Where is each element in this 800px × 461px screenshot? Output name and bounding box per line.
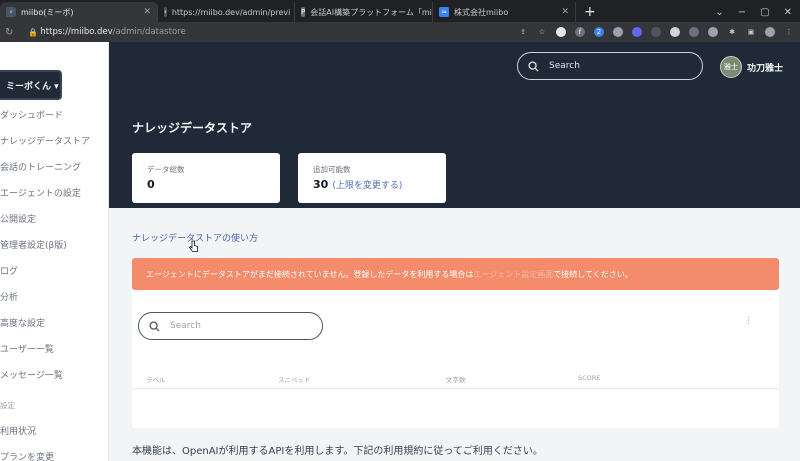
table-divider: [132, 388, 779, 389]
datastore-table: Search ⋮ ラベル スニペッド 文字数 SCORE: [132, 290, 779, 428]
table-search-placeholder: Search: [170, 321, 201, 331]
tab-search-icon[interactable]: ⌄: [715, 7, 723, 18]
data-count-value: 0: [147, 178, 155, 191]
sidebar-section-settings: 設定: [0, 401, 15, 410]
sidebar-item-plan[interactable]: プランを変更: [0, 450, 109, 461]
sidebar-item-users[interactable]: ユーザー一覧: [0, 342, 109, 355]
header-search-placeholder: Search: [549, 61, 580, 71]
sidepanel-icon[interactable]: ▣: [746, 27, 756, 37]
extension-3-icon[interactable]: 2: [594, 27, 604, 37]
sidebar-item-dashboard[interactable]: ダッシュボード: [0, 108, 109, 121]
sidebar-item-admin[interactable]: 管理者設定(β版): [0, 238, 109, 251]
extension-7-icon[interactable]: [670, 27, 680, 37]
menu-dots-icon[interactable]: ⋮: [784, 27, 794, 37]
bookmark-star-icon[interactable]: ☆: [537, 27, 547, 37]
tab-miibo[interactable]: ‹ miibo(ミーボ) ✕: [0, 2, 158, 22]
extension-8-icon[interactable]: [689, 27, 699, 37]
tab-label: https://miibo.dev/admin/previ: [171, 7, 291, 17]
capacity-value-row: 30 (上限を変更する): [313, 178, 402, 191]
sidebar-item-publish[interactable]: 公開設定: [0, 212, 109, 225]
close-icon[interactable]: ✕: [553, 7, 569, 17]
agent-settings-link[interactable]: エージェント設定画面: [473, 269, 553, 280]
avatar[interactable]: 雅士: [720, 56, 742, 78]
maximize-icon[interactable]: ▢: [760, 7, 769, 18]
tab-label: miibo(ミーボ): [21, 7, 74, 17]
extension-4-icon[interactable]: [613, 27, 623, 37]
data-count-card: データ総数 0: [132, 153, 280, 203]
extension-6-icon[interactable]: [651, 27, 661, 37]
sidebar-item-log[interactable]: ログ: [0, 264, 109, 277]
page-title: ナレッジデータストア: [132, 121, 253, 135]
url-host: https://miibo.dev: [40, 27, 113, 37]
address-bar: ↻ 🔒 https://miibo.dev/admin/datastore ⇪ …: [0, 22, 800, 42]
capacity-label: 追加可能数: [313, 165, 351, 174]
alert-suffix: で接続してください。: [553, 269, 633, 279]
lock-icon[interactable]: 🔒: [28, 28, 38, 37]
minimize-icon[interactable]: −: [738, 7, 746, 18]
miibo-favicon-icon: ‹: [164, 7, 167, 17]
datastore-warning-alert: エージェントにデータストアがまだ接続されていません。登録したデータを利用する場合…: [132, 258, 779, 290]
close-window-icon[interactable]: ✕: [784, 7, 792, 18]
alert-text: エージェントにデータストアがまだ接続されていません。登録したデータを利用する場合…: [146, 269, 474, 279]
column-header-label[interactable]: ラベル: [146, 374, 166, 384]
header-search-input[interactable]: Search: [517, 52, 703, 80]
data-count-label: データ総数: [147, 165, 185, 174]
reload-icon[interactable]: ↻: [5, 27, 13, 38]
column-header-score[interactable]: SCORE: [578, 374, 600, 382]
column-header-snippet[interactable]: スニペッド: [278, 374, 311, 384]
extension-5-icon[interactable]: [632, 27, 642, 37]
tab-company[interactable]: ≈ 株式会社miibo ✕: [433, 2, 576, 22]
agent-select-button[interactable]: ミーボくん ▾: [0, 70, 62, 100]
p-favicon-icon: P: [301, 7, 306, 17]
sidebar-item-agent-settings[interactable]: エージェントの設定: [0, 186, 109, 199]
share-icon[interactable]: ⇪: [518, 27, 528, 37]
change-limit-link[interactable]: (上限を変更する): [332, 181, 402, 191]
close-icon[interactable]: ✕: [135, 7, 151, 17]
tab-label: 株式会社miibo: [454, 7, 509, 17]
url-field[interactable]: https://miibo.dev/admin/datastore: [40, 27, 185, 37]
profile-icon[interactable]: [765, 27, 775, 37]
capacity-card: 追加可能数 30 (上限を変更する): [298, 153, 446, 203]
new-tab-icon[interactable]: +: [576, 2, 604, 22]
table-menu-icon[interactable]: ⋮: [744, 316, 753, 326]
sidebar-item-knowledge[interactable]: ナレッジデータストア: [0, 134, 109, 147]
sidebar-item-analytics[interactable]: 分析: [0, 290, 109, 303]
search-icon: [149, 320, 160, 332]
url-path: /admin/datastore: [112, 27, 186, 37]
extension-9-icon[interactable]: [708, 27, 718, 37]
extension-1-icon[interactable]: [556, 27, 566, 37]
tab-label: 会話AI構築プラットフォーム「mii: [310, 7, 433, 17]
browser-tab-bar: ‹ miibo(ミーボ) ✕ ‹ https://miibo.dev/admin…: [0, 0, 800, 22]
sidebar: ミーボくん ▾ ダッシュボード ナレッジデータストア 会話のトレーニング エージ…: [0, 42, 109, 461]
hand-cursor-icon: [189, 240, 198, 252]
openai-notice: 本機能は、OpenAIが利用するAPIを利用します。下記の利用規約に従ってご利用…: [132, 446, 543, 457]
search-icon: [528, 60, 539, 72]
extensions-bar: ⇪ ☆ f 2 ✱ ▣ ⋮: [518, 27, 800, 37]
miibo-favicon-icon: ‹: [6, 7, 16, 17]
sidebar-item-training[interactable]: 会話のトレーニング: [0, 160, 109, 173]
tab-preview[interactable]: ‹ https://miibo.dev/admin/previ ✕: [158, 2, 295, 22]
user-name[interactable]: 功刀雅士: [747, 61, 783, 74]
column-header-chars[interactable]: 文字数: [446, 374, 466, 384]
extension-2-icon[interactable]: f: [575, 27, 585, 37]
table-search-input[interactable]: Search: [138, 312, 323, 340]
company-favicon-icon: ≈: [439, 7, 449, 17]
tab-platform[interactable]: P 会話AI構築プラットフォーム「mii ✕: [295, 2, 433, 22]
puzzle-icon[interactable]: ✱: [727, 27, 737, 37]
sidebar-item-advanced[interactable]: 高度な設定: [0, 316, 109, 329]
sidebar-item-messages[interactable]: メッセージ一覧: [0, 368, 109, 381]
capacity-value: 30: [313, 178, 329, 191]
sidebar-item-usage[interactable]: 利用状況: [0, 424, 109, 437]
